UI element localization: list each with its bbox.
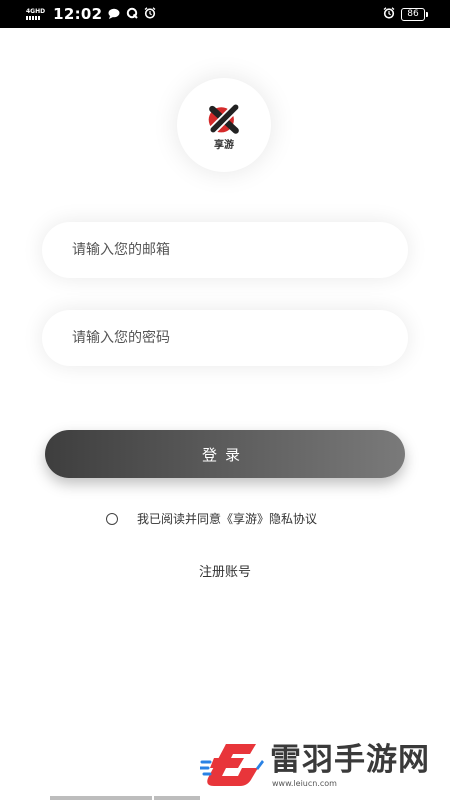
alarm-clock-icon xyxy=(383,7,395,21)
chat-bubble-icon xyxy=(108,8,120,21)
password-field[interactable] xyxy=(42,310,408,366)
status-bar-left: 4GHD 12:02 xyxy=(26,5,156,23)
watermark-text-group: 雷羽手游网 www.leiucn.com xyxy=(270,743,430,788)
status-time: 12:02 xyxy=(53,5,103,23)
gesture-bar xyxy=(50,796,200,800)
q-app-icon xyxy=(126,7,139,21)
app-logo: 享游 xyxy=(177,78,271,172)
agreement-row[interactable]: 我已阅读并同意《享游》隐私协议 xyxy=(106,510,317,527)
network-type-label: 4GHD xyxy=(26,7,46,15)
watermark: 雷羽手游网 www.leiucn.com xyxy=(200,738,430,792)
watermark-logo-icon xyxy=(200,744,264,786)
register-link[interactable]: 注册账号 xyxy=(0,561,450,580)
login-button[interactable]: 登录 xyxy=(45,430,405,478)
watermark-name: 雷羽手游网 xyxy=(270,741,430,778)
battery-icon: 86 xyxy=(401,7,428,21)
alarm-clock-icon xyxy=(144,7,156,21)
x-logo-icon xyxy=(208,102,241,134)
status-bar-right: 86 xyxy=(383,7,428,21)
agreement-text[interactable]: 我已阅读并同意《享游》隐私协议 xyxy=(137,510,317,527)
battery-level: 86 xyxy=(401,7,425,21)
watermark-url: www.leiucn.com xyxy=(272,778,337,788)
signal-bars-icon xyxy=(26,15,45,20)
password-input[interactable] xyxy=(72,330,408,346)
email-field[interactable] xyxy=(42,222,408,278)
status-bar: 4GHD 12:02 86 xyxy=(0,0,450,28)
email-input[interactable] xyxy=(72,242,408,258)
signal-indicator: 4GHD xyxy=(26,7,46,20)
agreement-radio[interactable] xyxy=(106,512,118,525)
app-logo-text: 享游 xyxy=(214,139,234,151)
